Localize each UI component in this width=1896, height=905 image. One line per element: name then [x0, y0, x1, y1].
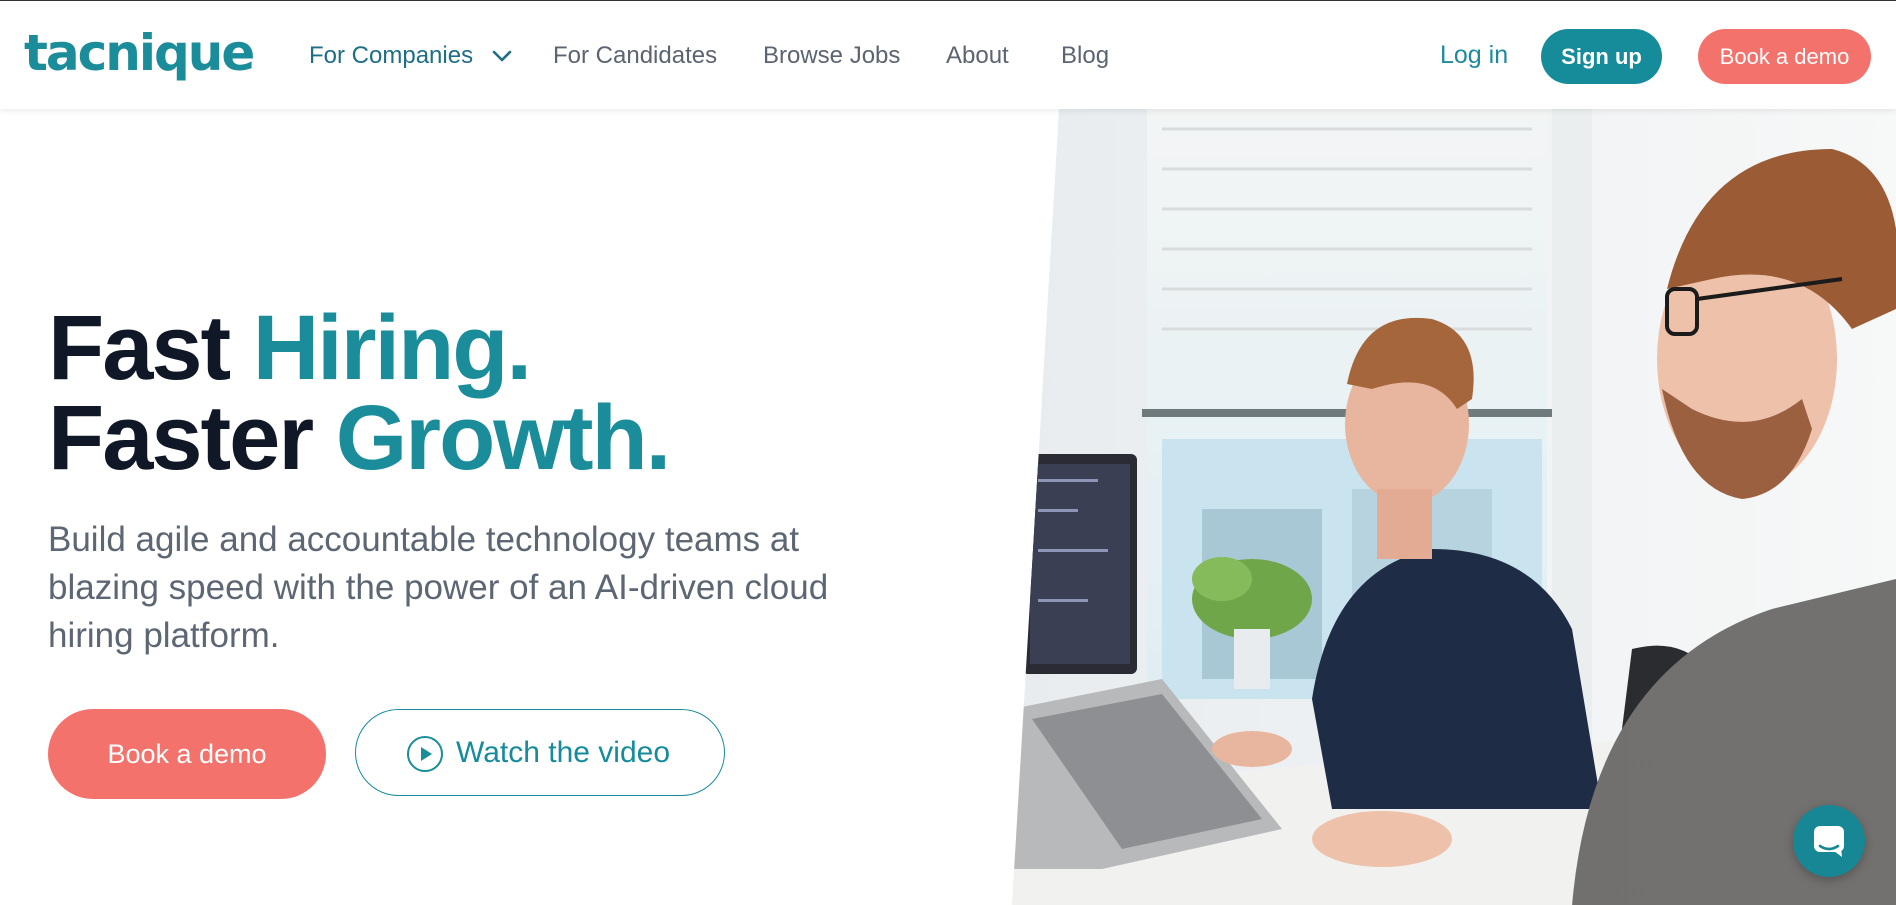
watch-video-label: Watch the video: [456, 736, 670, 769]
hero-headline: Fast Hiring. Faster Growth.: [48, 302, 671, 484]
login-link[interactable]: Log in: [1440, 41, 1508, 70]
nav-blog[interactable]: Blog: [1061, 42, 1109, 70]
top-navbar: tacnique For Companies For Candidates Br…: [0, 1, 1896, 109]
nav-for-candidates[interactable]: For Candidates: [553, 42, 717, 70]
headline-hiring: Hiring.: [252, 297, 532, 399]
nav-about[interactable]: About: [946, 42, 1009, 70]
book-demo-button[interactable]: Book a demo: [48, 709, 326, 799]
nav-for-companies-label: For Companies: [309, 42, 474, 69]
headline-faster: Faster: [48, 387, 336, 489]
book-demo-nav-button[interactable]: Book a demo: [1698, 29, 1871, 84]
hero-photo: [1012, 109, 1896, 905]
page: tacnique For Companies For Candidates Br…: [0, 0, 1896, 905]
chevron-down-icon: [492, 41, 512, 69]
headline-growth: Growth.: [335, 387, 672, 489]
nav-browse-jobs[interactable]: Browse Jobs: [763, 42, 900, 70]
watch-video-button[interactable]: Watch the video: [355, 709, 725, 796]
signup-button[interactable]: Sign up: [1541, 29, 1662, 84]
play-circle-icon: [406, 735, 444, 778]
tacnique-logo[interactable]: tacnique: [24, 23, 255, 83]
nav-for-companies[interactable]: For Companies: [309, 42, 512, 70]
chat-launcher-button[interactable]: [1793, 805, 1865, 877]
hero-subtitle: Build agile and accountable technology t…: [48, 520, 829, 655]
chat-icon: [1814, 826, 1844, 857]
headline-fast: Fast: [48, 297, 253, 399]
